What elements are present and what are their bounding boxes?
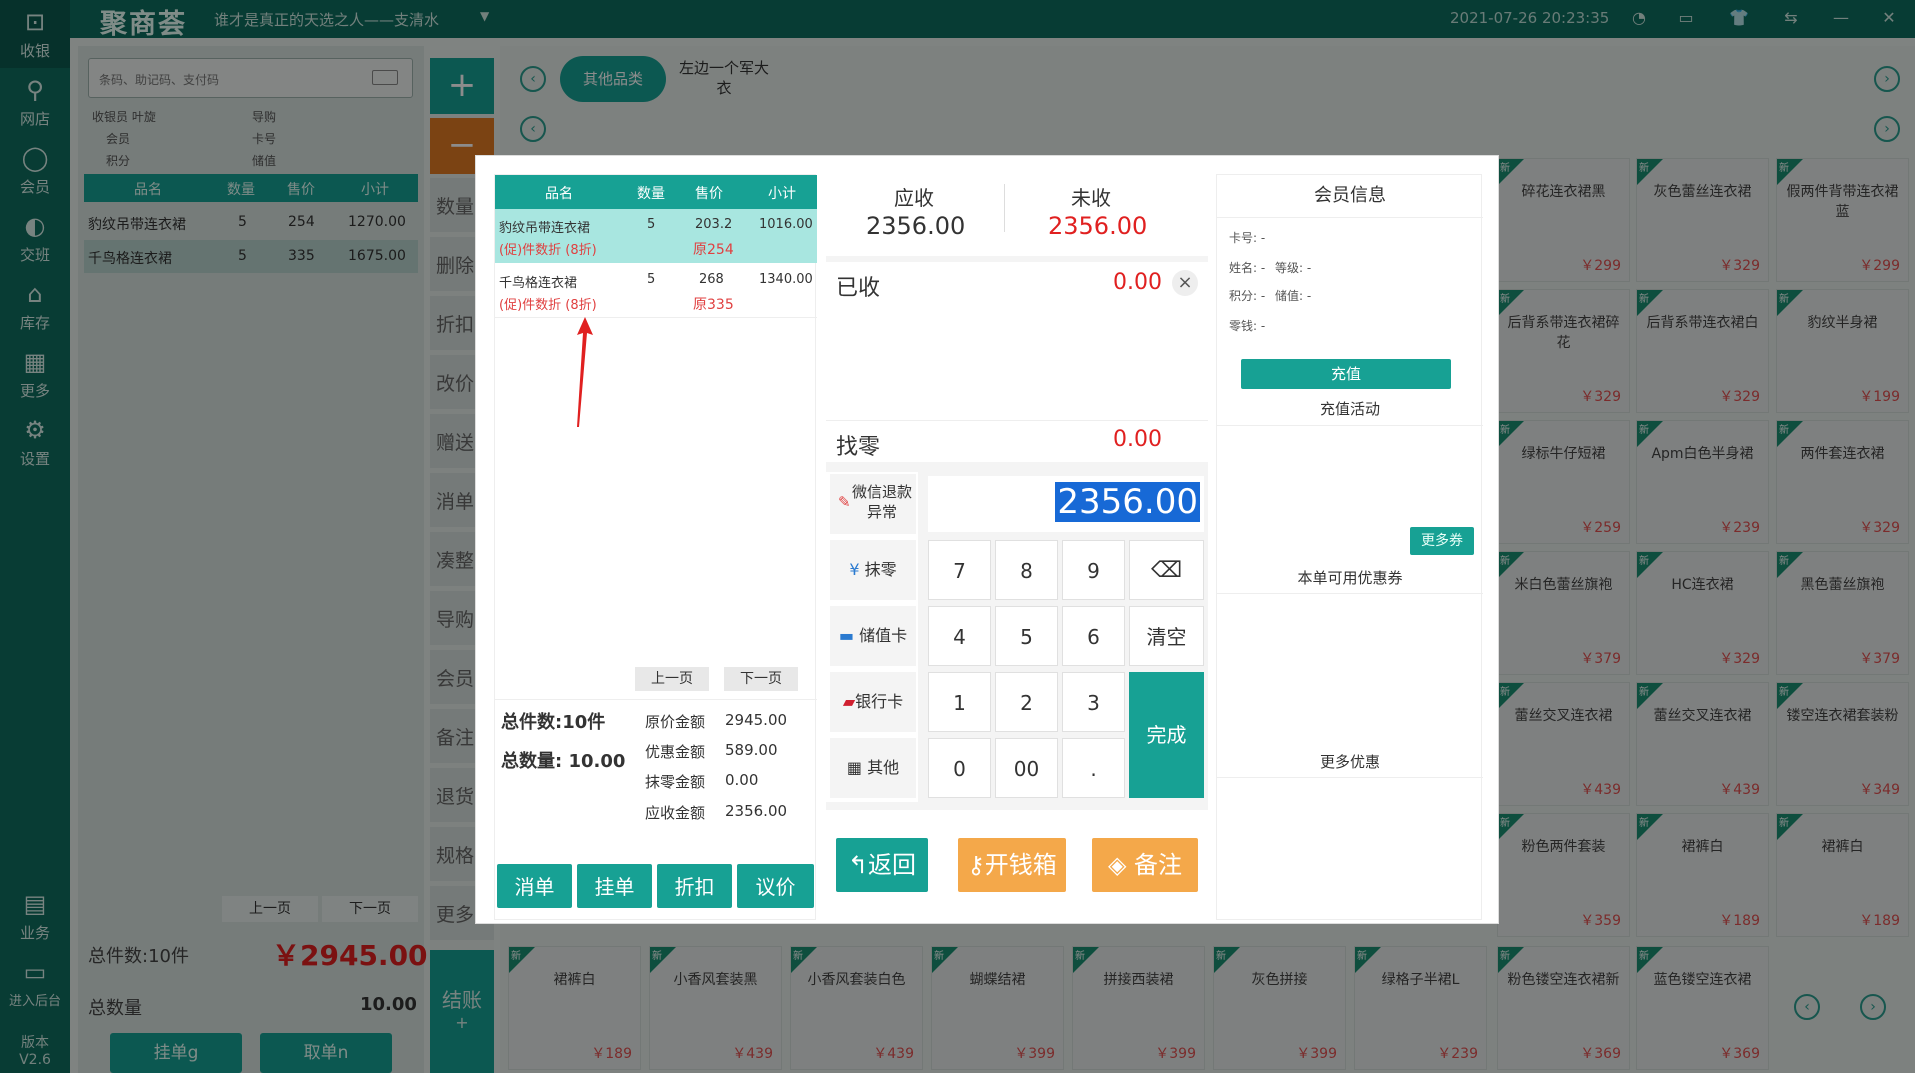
unpaid-amount: 2356.00 bbox=[1048, 212, 1148, 240]
orig-amount-value: 2945.00 bbox=[725, 711, 788, 729]
discount-amount-value: 589.00 bbox=[725, 741, 778, 759]
key-00[interactable]: 00 bbox=[995, 738, 1058, 798]
recharge-button[interactable]: 充值 bbox=[1241, 359, 1451, 389]
key-7[interactable]: 7 bbox=[928, 540, 991, 600]
key-0[interactable]: 0 bbox=[928, 738, 991, 798]
member-panel: 会员信息 卡号: - 姓名: - 等级: - 积分: - 储值: - 零钱: -… bbox=[1216, 174, 1483, 920]
change-amount: 0.00 bbox=[1113, 427, 1162, 452]
received-box: 已收 0.00 × bbox=[826, 262, 1208, 426]
order-list-panel: 品名 数量 售价 小计 豹纹吊带连衣裙 5 203.2 1016.00 (促)件… bbox=[494, 174, 817, 920]
hang-button[interactable]: 挂单 bbox=[577, 864, 652, 908]
amount-summary: 应收 2356.00 未收 2356.00 bbox=[826, 174, 1208, 256]
discount-button[interactable]: 折扣 bbox=[657, 864, 732, 908]
round-amount-value: 0.00 bbox=[725, 771, 759, 789]
pay-bank-card[interactable]: ▰银行卡 bbox=[830, 672, 916, 732]
open-cashbox-button[interactable]: ⚷开钱箱 bbox=[958, 838, 1066, 892]
pay-methods: ✎ 微信退款异常 ¥ 抹零 ▬ 储值卡 ▰银行卡 ▦ 其他 bbox=[826, 472, 918, 802]
receivable-amount: 2356.00 bbox=[866, 212, 966, 240]
order-list-header: 品名 数量 售价 小计 bbox=[495, 175, 817, 209]
pay-stored-card[interactable]: ▬ 储值卡 bbox=[830, 606, 916, 666]
key-dot[interactable]: . bbox=[1062, 738, 1125, 798]
orig-amount-label: 原价金额 bbox=[645, 713, 706, 731]
key-6[interactable]: 6 bbox=[1062, 606, 1125, 666]
discount-amount-label: 优惠金额 bbox=[645, 743, 706, 761]
table-row[interactable]: 千鸟格连衣裙 5 268 1340.00 (促)件数折 (8折) 原335 bbox=[495, 264, 817, 318]
pay-other[interactable]: ▦ 其他 bbox=[830, 738, 916, 798]
change-box: 找零 0.00 bbox=[826, 420, 1208, 462]
clear-received-icon[interactable]: × bbox=[1172, 270, 1198, 296]
unionpay-icon: ▰ bbox=[842, 692, 856, 711]
negotiate-button[interactable]: 议价 bbox=[737, 864, 814, 908]
due-amount-value: 2356.00 bbox=[725, 802, 788, 820]
backspace-icon[interactable]: ⌫ bbox=[1129, 540, 1204, 600]
yen-icon: ¥ bbox=[849, 560, 860, 579]
received-amount: 0.00 bbox=[1113, 270, 1162, 295]
payment-dialog: 品名 数量 售价 小计 豹纹吊带连衣裙 5 203.2 1016.00 (促)件… bbox=[475, 155, 1499, 924]
key-4[interactable]: 4 bbox=[928, 606, 991, 666]
coupons-title: 本单可用优惠券 bbox=[1297, 569, 1403, 587]
card-icon: ▬ bbox=[838, 626, 854, 645]
pay-round[interactable]: ¥ 抹零 bbox=[830, 540, 916, 600]
member-points: 积分: - 储值: - bbox=[1229, 289, 1312, 303]
clear-button[interactable]: 清空 bbox=[1129, 606, 1204, 666]
key-8[interactable]: 8 bbox=[995, 540, 1058, 600]
key-icon: ⚷ bbox=[967, 851, 985, 879]
annotation-arrow-icon bbox=[577, 317, 593, 427]
pen-icon: ✎ bbox=[838, 493, 851, 511]
list-prev-page[interactable]: 上一页 bbox=[635, 667, 709, 691]
grid-icon: ▦ bbox=[846, 758, 862, 777]
remark-button[interactable]: ◈ 备注 bbox=[1092, 838, 1198, 892]
key-5[interactable]: 5 bbox=[995, 606, 1058, 666]
tag-icon: ◈ bbox=[1107, 851, 1127, 879]
amount-input[interactable]: 2356.00 bbox=[928, 476, 1204, 532]
key-9[interactable]: 9 bbox=[1062, 540, 1125, 600]
payment-panel: 应收 2356.00 未收 2356.00 已收 0.00 × 找零 0.00 … bbox=[826, 174, 1208, 920]
total-qty: 总数量: 10.00 bbox=[501, 751, 626, 772]
recharge-activity[interactable]: 充值活动 bbox=[1217, 398, 1483, 419]
back-icon: ↰ bbox=[847, 851, 869, 879]
more-coupons-button[interactable]: 更多券 bbox=[1410, 527, 1474, 555]
round-amount-label: 抹零金额 bbox=[645, 773, 706, 791]
more-discounts[interactable]: 更多优惠 bbox=[1217, 751, 1483, 772]
pay-wechat-refund[interactable]: ✎ 微信退款异常 bbox=[830, 474, 916, 534]
list-next-page[interactable]: 下一页 bbox=[724, 667, 798, 691]
table-row[interactable]: 豹纹吊带连衣裙 5 203.2 1016.00 (促)件数折 (8折) 原254 bbox=[495, 209, 817, 263]
member-change: 零钱: - bbox=[1229, 319, 1266, 333]
back-button[interactable]: ↰返回 bbox=[836, 838, 928, 892]
key-1[interactable]: 1 bbox=[928, 672, 991, 732]
key-3[interactable]: 3 bbox=[1062, 672, 1125, 732]
cancel-order-button[interactable]: 消单 bbox=[497, 864, 572, 908]
due-amount-label: 应收金额 bbox=[645, 804, 706, 822]
done-button[interactable]: 完成 bbox=[1129, 672, 1204, 798]
total-items: 总件数:10件 bbox=[501, 712, 606, 733]
member-name: 姓名: - 等级: - bbox=[1229, 261, 1312, 275]
key-2[interactable]: 2 bbox=[995, 672, 1058, 732]
member-card: 卡号: - bbox=[1229, 231, 1266, 245]
member-title: 会员信息 bbox=[1314, 185, 1386, 206]
